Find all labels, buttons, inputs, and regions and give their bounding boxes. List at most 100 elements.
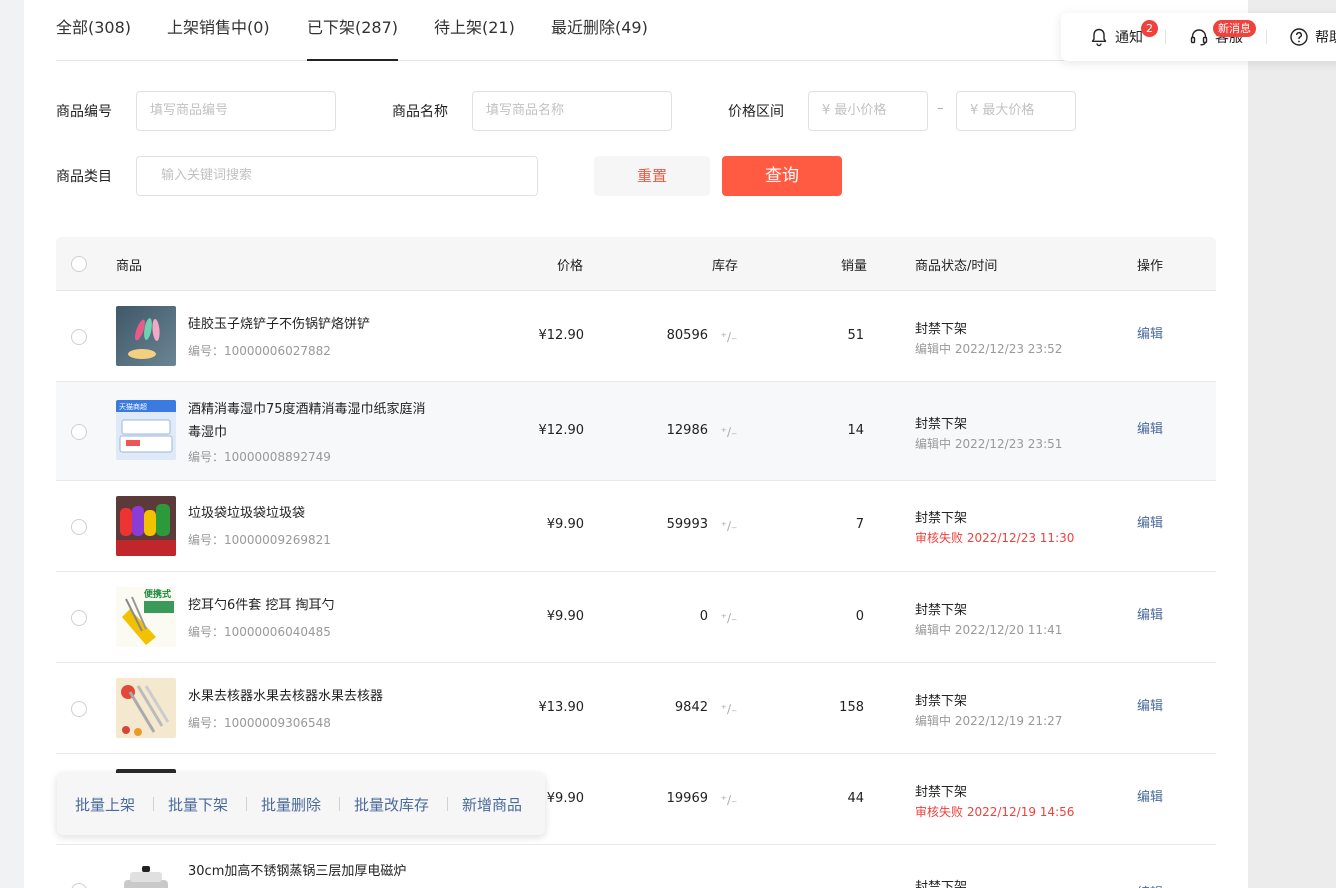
col-sales: 销量 xyxy=(841,259,868,274)
edit-link[interactable]: 编辑 xyxy=(1137,604,1163,623)
bell-icon xyxy=(1091,28,1107,47)
tab-pending[interactable]: 待上架(21) xyxy=(434,14,515,61)
edit-link[interactable]: 编辑 xyxy=(1137,418,1163,437)
stock-adjust-icon[interactable]: ⁺∕₋ xyxy=(718,327,740,347)
new-message-badge: 新消息 xyxy=(1213,20,1256,37)
product-status: 封禁下架 xyxy=(915,322,968,337)
utility-bar: 通知 2 客服 新消息 帮助 xyxy=(1061,13,1336,61)
notify-label: 通知 xyxy=(1115,30,1143,46)
product-price: ¥12.90 xyxy=(538,328,585,343)
product-status: 封禁下架 xyxy=(915,880,968,888)
price-range-label: 价格区间 xyxy=(728,104,784,120)
category-label: 商品类目 xyxy=(56,169,112,185)
add-product-button[interactable]: 新增商品 xyxy=(462,794,522,815)
product-sales: 158 xyxy=(839,700,864,715)
product-code: 编号：10000009306548 xyxy=(188,716,331,730)
product-sales: 7 xyxy=(855,517,864,532)
notify-button[interactable]: 通知 xyxy=(1089,25,1143,49)
product-name[interactable]: 水果去核器水果去核器水果去核器 xyxy=(188,685,438,708)
product-name[interactable]: 酒精消毒湿巾75度酒精消毒湿巾纸家庭消毒湿巾 xyxy=(188,398,438,444)
row-select-radio[interactable] xyxy=(71,329,87,345)
right-gutter xyxy=(1248,0,1336,888)
stock-adjust-icon[interactable]: ⁺∕₋ xyxy=(718,608,740,628)
product-stock: 59993 xyxy=(666,517,708,532)
product-thumbnail[interactable]: 便携式 xyxy=(116,587,176,647)
product-thumbnail[interactable] xyxy=(116,306,176,366)
product-price: ¥12.90 xyxy=(538,423,585,438)
product-name-label: 商品名称 xyxy=(392,104,448,120)
edit-link[interactable]: 编辑 xyxy=(1137,786,1163,805)
row-select-radio[interactable] xyxy=(71,883,87,888)
reset-button[interactable]: 重置 xyxy=(594,156,710,196)
product-thumbnail[interactable] xyxy=(116,678,176,738)
product-name-input[interactable]: 填写商品名称 xyxy=(472,91,672,131)
max-price-input[interactable]: ¥ 最大价格 xyxy=(956,91,1076,131)
col-status: 商品状态/时间 xyxy=(915,259,998,274)
row-select-radio[interactable] xyxy=(71,610,87,626)
status-time: 编辑中 2022/12/20 11:41 xyxy=(915,623,1063,637)
col-action: 操作 xyxy=(1137,259,1164,274)
status-time: 编辑中 2022/12/23 23:51 xyxy=(915,437,1063,451)
tab-on-sale[interactable]: 上架销售中(0) xyxy=(167,14,270,61)
earpick-pack-label: 便携式 xyxy=(144,588,171,600)
divider xyxy=(246,797,247,811)
tab-off-shelf[interactable]: 已下架(287) xyxy=(307,14,399,61)
status-time: 审核失败 2022/12/23 11:30 xyxy=(915,531,1075,545)
query-button[interactable]: 查询 xyxy=(722,156,842,196)
category-search-input[interactable]: 输入关键词搜索 xyxy=(136,156,538,196)
product-stock: 80596 xyxy=(666,328,708,343)
product-price: ¥9.90 xyxy=(546,517,584,532)
product-thumbnail[interactable] xyxy=(116,496,176,556)
product-code-label: 商品编号 xyxy=(56,104,112,120)
edit-link[interactable]: 编辑 xyxy=(1137,882,1163,888)
bulk-edit-stock-button[interactable]: 批量改库存 xyxy=(354,794,429,815)
product-status: 封禁下架 xyxy=(915,694,968,709)
stock-adjust-icon[interactable]: ⁺∕₋ xyxy=(718,422,740,442)
status-tabs: 全部(308) 上架销售中(0) 已下架(287) 待上架(21) 最近删除(4… xyxy=(56,0,1216,61)
edit-link[interactable]: 编辑 xyxy=(1137,512,1163,531)
product-stock: 9842 xyxy=(674,700,708,715)
table-row: 硅胶玉子烧铲子不伤锅铲烙饼铲 编号：10000006027882 ¥12.90 … xyxy=(56,291,1216,382)
col-product: 商品 xyxy=(116,259,143,274)
edit-link[interactable]: 编辑 xyxy=(1137,695,1163,714)
headset-icon xyxy=(1190,29,1208,46)
product-name[interactable]: 30cm加高不锈钢蒸锅三层加厚电磁炉 xyxy=(188,860,438,883)
product-sales: 14 xyxy=(847,423,864,438)
help-button[interactable]: 帮助 xyxy=(1289,25,1336,49)
product-status: 封禁下架 xyxy=(915,785,968,800)
wipes-pack-label: 天猫商超 xyxy=(119,402,147,411)
stock-adjust-icon[interactable]: ⁺∕₋ xyxy=(718,516,740,536)
stock-adjust-icon[interactable]: ⁺∕₋ xyxy=(718,699,740,719)
bulk-delete-button[interactable]: 批量删除 xyxy=(261,794,321,815)
bulk-delist-button[interactable]: 批量下架 xyxy=(168,794,228,815)
status-time: 编辑中 2022/12/23 23:52 xyxy=(915,342,1063,356)
select-all-radio[interactable] xyxy=(71,256,87,272)
status-time: 编辑中 2022/12/19 21:27 xyxy=(915,714,1063,728)
bulk-action-bar: 批量上架 批量下架 批量删除 批量改库存 新增商品 xyxy=(57,773,545,835)
product-code: 编号：10000008892749 xyxy=(188,450,331,464)
row-select-radio[interactable] xyxy=(71,519,87,535)
product-stock: 12986 xyxy=(666,423,708,438)
min-price-input[interactable]: ¥ 最小价格 xyxy=(808,91,928,131)
divider xyxy=(339,797,340,811)
product-thumbnail[interactable]: 天猫商超 xyxy=(116,400,176,460)
table-row: 垃圾袋垃圾袋垃圾袋 编号：10000009269821 ¥9.90 59993 … xyxy=(56,481,1216,572)
divider xyxy=(1165,30,1166,44)
edit-link[interactable]: 编辑 xyxy=(1137,323,1163,342)
product-name[interactable]: 垃圾袋垃圾袋垃圾袋 xyxy=(188,502,438,525)
product-thumbnail[interactable] xyxy=(116,860,176,888)
product-sales: 0 xyxy=(855,609,864,624)
product-name[interactable]: 硅胶玉子烧铲子不伤锅铲烙饼铲 xyxy=(188,313,438,336)
product-code-input[interactable]: 填写商品编号 xyxy=(136,91,336,131)
range-dash: – xyxy=(937,101,944,116)
product-status: 封禁下架 xyxy=(915,511,968,526)
tab-all[interactable]: 全部(308) xyxy=(56,14,131,61)
product-sales: 51 xyxy=(847,328,864,343)
product-sales: 44 xyxy=(847,791,864,806)
row-select-radio[interactable] xyxy=(71,424,87,440)
stock-adjust-icon[interactable]: ⁺∕₋ xyxy=(718,790,740,810)
bulk-list-button[interactable]: 批量上架 xyxy=(75,794,135,815)
tab-recently-deleted[interactable]: 最近删除(49) xyxy=(551,14,648,61)
row-select-radio[interactable] xyxy=(71,701,87,717)
product-name[interactable]: 挖耳勺6件套 挖耳 掏耳勺 xyxy=(188,594,438,617)
